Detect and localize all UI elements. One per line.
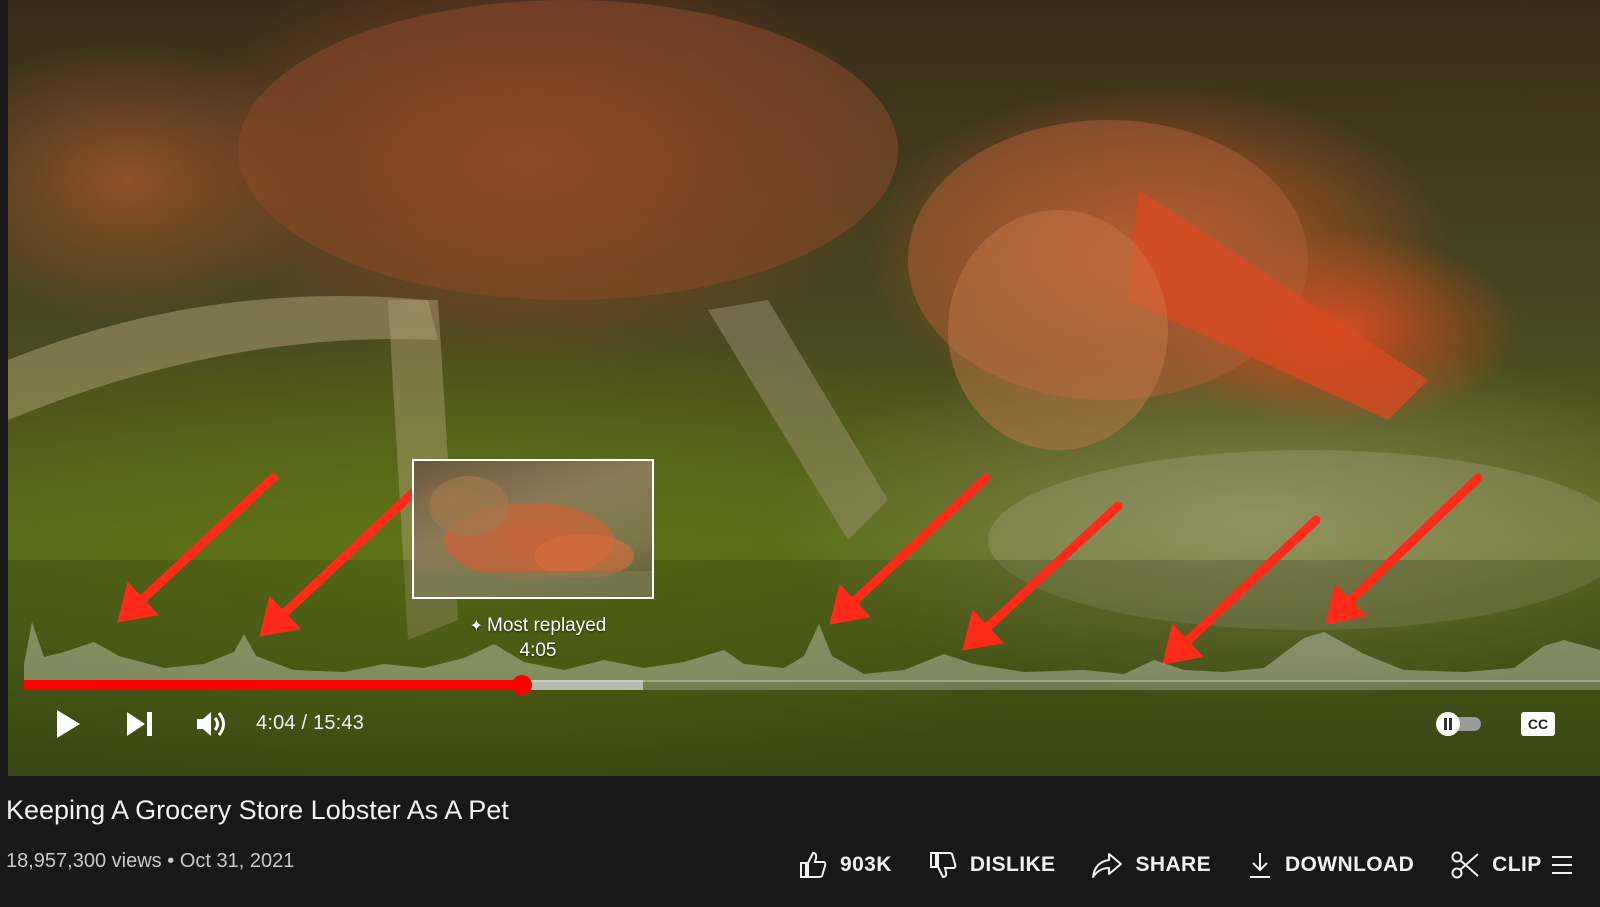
annotation-arrow-shaft [280,485,421,618]
view-count: 18,957,300 views [6,850,162,872]
closed-captions-icon: CC [1521,712,1555,736]
annotation-arrow-shaft [1346,473,1483,605]
scissors-icon [1451,851,1479,879]
meta-separator: • [167,850,175,872]
download-button[interactable]: DOWNLOAD [1247,850,1414,880]
annotation-arrow-shaft [850,473,991,606]
upload-date: Oct 31, 2021 [179,850,295,872]
download-label: DOWNLOAD [1284,853,1415,876]
time-separator: / [295,712,314,734]
next-button[interactable] [122,706,158,742]
video-meta: 18,957,300 views • Oct 31, 2021 [6,850,294,873]
duration: 15:43 [313,712,365,734]
video-player[interactable]: ✦ Most replayed 4:05 4:04 / 15:43 CC [8,0,1600,776]
play-icon [57,710,80,738]
share-label: SHARE [1135,853,1211,876]
closed-captions-button[interactable]: CC [1518,706,1558,742]
player-controls: 4:04 / 15:43 CC [16,700,1600,756]
autoplay-toggle-icon [1436,712,1481,736]
more-actions-icon[interactable] [1548,854,1572,876]
volume-button[interactable] [192,706,232,742]
like-button[interactable]: 903K [798,850,892,880]
thumbs-down-icon [929,852,957,879]
progress-bar[interactable] [24,675,1600,695]
thumbs-up-icon [800,851,827,878]
like-count: 903K [840,853,892,876]
scrub-preview-thumbnail [412,459,654,599]
current-time: 4:04 [256,712,296,734]
clip-button[interactable]: CLIP [1450,850,1541,880]
next-icon [127,712,152,736]
clip-label: CLIP [1492,853,1542,876]
share-button[interactable]: SHARE [1091,850,1211,880]
most-replayed-heatmap [24,622,1600,682]
svg-text:CC: CC [1528,716,1548,732]
play-button[interactable] [50,706,86,742]
annotation-arrow-shaft [138,473,278,604]
dislike-button[interactable]: DISLIKE [928,850,1056,880]
dislike-label: DISLIKE [969,853,1056,876]
time-display: 4:04 / 15:43 [256,712,364,735]
action-bar: 903K DISLIKE SHARE DOWNLOAD CLIP [798,846,1578,884]
video-title: Keeping A Grocery Store Lobster As A Pet [6,795,509,825]
volume-icon [197,712,225,736]
annotation-arrow-shaft [983,501,1123,632]
download-icon [1249,853,1270,878]
progress-played [24,680,523,690]
autoplay-toggle[interactable] [1432,706,1484,742]
share-icon [1092,853,1123,878]
scrubber-handle[interactable] [512,675,533,695]
